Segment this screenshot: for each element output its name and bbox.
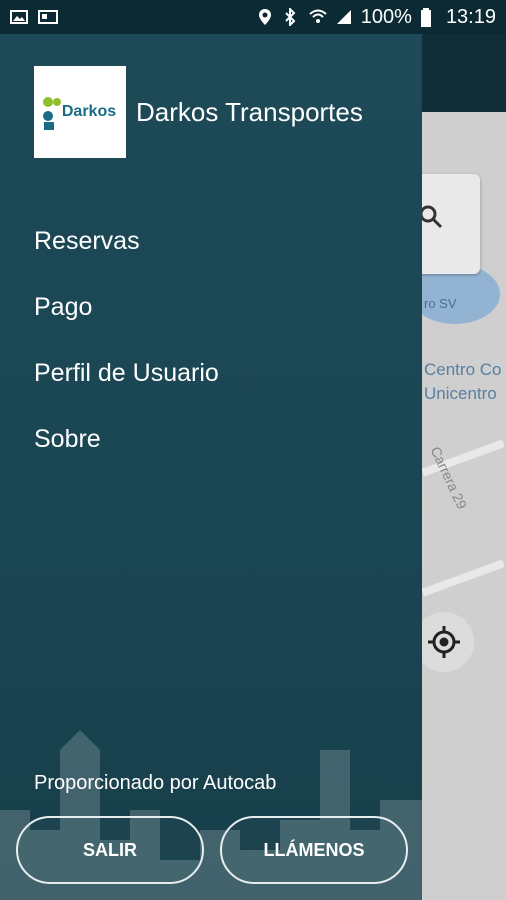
- battery-percentage: 100%: [360, 5, 412, 28]
- logo-text: Darkos: [61, 103, 117, 120]
- logo-mark-icon: [43, 97, 61, 130]
- bluetooth-icon: [283, 6, 301, 28]
- map-search-button[interactable]: [420, 174, 480, 274]
- search-icon: [420, 205, 443, 229]
- location-icon: [257, 8, 275, 26]
- menu-item-pago[interactable]: Pago: [34, 274, 422, 340]
- map-place-label: Centro Co: [424, 360, 502, 379]
- status-bar: 100% 13:19: [0, 0, 506, 34]
- app-logo: Darkos: [34, 66, 126, 158]
- clock: 13:19: [445, 5, 496, 28]
- map-road: [421, 559, 505, 597]
- card-icon: [38, 8, 58, 26]
- call-us-button[interactable]: LLÁMENOS: [220, 816, 408, 884]
- map-view[interactable]: ro SV Centro Co Unicentro Carrera 29: [420, 34, 506, 900]
- battery-icon: [420, 8, 438, 27]
- drawer-actions: SALIR LLÁMENOS: [16, 816, 408, 884]
- drawer-header: Darkos Darkos Transportes: [0, 34, 422, 158]
- app-title: Darkos Transportes: [136, 96, 363, 127]
- map-toolbar: [420, 34, 506, 112]
- map-water-label: ro SV: [424, 296, 457, 311]
- wifi-icon: [309, 8, 327, 26]
- my-location-button[interactable]: [420, 612, 474, 672]
- menu-item-perfil[interactable]: Perfil de Usuario: [34, 340, 422, 406]
- menu-item-sobre[interactable]: Sobre: [34, 406, 422, 472]
- exit-button[interactable]: SALIR: [16, 816, 204, 884]
- image-icon: [10, 8, 28, 26]
- map-place-label-2: Unicentro: [424, 384, 497, 403]
- navigation-drawer: Darkos Darkos Transportes Reservas Pago …: [0, 34, 422, 900]
- signal-icon: [335, 8, 353, 26]
- powered-by-text: Proporcionado por Autocab: [34, 772, 277, 794]
- drawer-menu: Reservas Pago Perfil de Usuario Sobre: [0, 208, 422, 472]
- menu-item-reservas[interactable]: Reservas: [34, 208, 422, 274]
- crosshair-icon: [428, 626, 460, 658]
